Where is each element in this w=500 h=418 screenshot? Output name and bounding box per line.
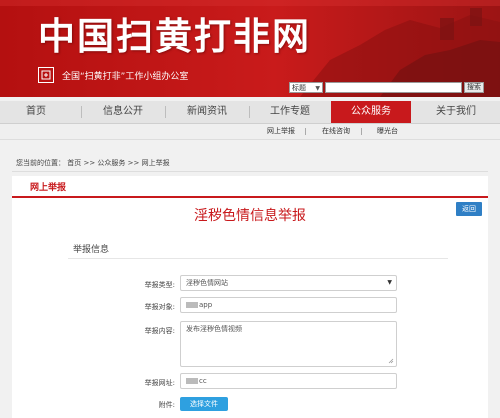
nav-item-home[interactable]: 首页	[0, 101, 72, 123]
redaction-block	[186, 302, 198, 308]
section-title: 网上举报	[30, 183, 67, 193]
nav-item-info-disclosure[interactable]: 信息公开	[82, 101, 164, 123]
search-bar: 标题 ▼ 搜索	[289, 81, 484, 93]
report-form-panel: 淫秽色情信息举报 返回 举报信息 举报类型: 淫秽色情网站 ▼ 举报对象: ap…	[12, 198, 488, 418]
nav-item-news[interactable]: 新闻资讯	[166, 101, 248, 123]
sub-nav: 网上举报 在线咨询 曝光台	[0, 124, 500, 140]
divider	[68, 258, 448, 259]
back-button[interactable]: 返回	[456, 202, 482, 216]
search-button[interactable]: 搜索	[464, 81, 484, 93]
report-target-label: 举报对象:	[144, 303, 175, 311]
subnav-divider	[305, 128, 306, 135]
report-target-input[interactable]: app	[180, 297, 397, 313]
subnav-item-online-consult[interactable]: 在线咨询	[322, 124, 350, 139]
attachment-label: 附件:	[158, 401, 175, 409]
redaction-block	[186, 378, 198, 384]
nav-item-public-services[interactable]: 公众服务	[331, 101, 411, 123]
main-nav: 首页 信息公开 新闻资讯 工作专题 公众服务 关于我们	[0, 101, 500, 124]
group-title: 举报信息	[73, 245, 110, 255]
search-select-value: 标题	[292, 83, 306, 92]
subnav-divider	[361, 128, 362, 135]
report-type-select[interactable]: 淫秽色情网站 ▼	[180, 275, 397, 291]
report-url-label: 举报网址:	[144, 379, 175, 387]
report-content-textarea[interactable]: 发布淫秽色情视频	[180, 321, 397, 367]
nav-item-work-topics[interactable]: 工作专题	[250, 101, 330, 123]
site-subtitle: 全国“扫黄打非”工作小组办公室	[62, 72, 189, 82]
chevron-down-icon: ▼	[387, 279, 392, 286]
report-url-value: cc	[199, 377, 207, 385]
chevron-down-icon: ▼	[315, 84, 320, 92]
divider	[12, 171, 488, 172]
report-content-label: 举报内容:	[144, 327, 175, 335]
report-content-value: 发布淫秽色情视频	[186, 325, 242, 333]
header-banner: 中国扫黄打非网 全国“扫黄打非”工作小组办公室 标题 ▼ 搜索	[0, 0, 500, 97]
report-type-label: 举报类型:	[144, 281, 175, 289]
section-header: 网上举报	[12, 176, 488, 198]
emblem-icon	[38, 67, 54, 83]
choose-file-button[interactable]: 选择文件	[180, 397, 228, 411]
resize-handle-icon[interactable]	[388, 358, 394, 364]
form-title: 淫秽色情信息举报	[194, 208, 306, 224]
breadcrumb: 您当前的位置： 首页 >> 公众服务 >> 网上举报	[16, 159, 170, 167]
subnav-item-exposure[interactable]: 曝光台	[377, 124, 398, 139]
report-target-value: app	[199, 301, 213, 309]
report-type-value: 淫秽色情网站	[186, 279, 228, 287]
nav-item-about-us[interactable]: 关于我们	[412, 101, 500, 123]
subnav-item-online-report[interactable]: 网上举报	[267, 124, 295, 139]
search-field-select[interactable]: 标题 ▼	[289, 81, 323, 93]
report-url-input[interactable]: cc	[180, 373, 397, 389]
site-title: 中国扫黄打非网	[38, 14, 311, 58]
search-input[interactable]	[325, 81, 462, 93]
